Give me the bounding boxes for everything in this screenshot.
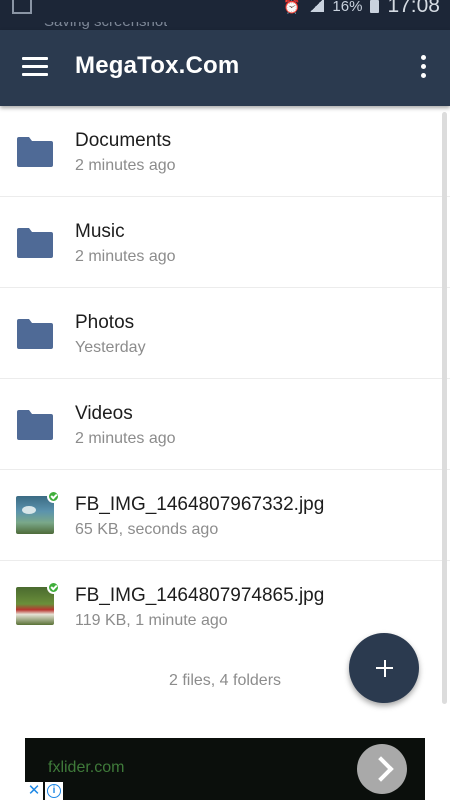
status-bar: Saving screenshot ⏰ 16% 17:08	[0, 0, 450, 30]
app-bar: MegaTox.Com	[0, 30, 450, 106]
item-meta: 2 minutes ago	[75, 430, 176, 447]
more-vert-icon[interactable]	[418, 55, 428, 81]
file-list: Documents 2 minutes ago Music 2 minutes …	[0, 106, 450, 651]
file-item[interactable]: FB_IMG_1464807967332.jpg 65 KB, seconds …	[0, 470, 450, 561]
item-meta: 119 KB, 1 minute ago	[75, 612, 228, 629]
sync-check-icon	[47, 581, 60, 594]
item-name: Photos	[75, 312, 135, 333]
app-title: MegaTox.Com	[75, 52, 240, 79]
battery-percent: 16%	[332, 0, 363, 15]
item-meta: 65 KB, seconds ago	[75, 521, 219, 538]
folder-item-videos[interactable]: Videos 2 minutes ago	[0, 379, 450, 470]
hamburger-menu-icon[interactable]	[22, 57, 48, 77]
image-thumbnail	[16, 496, 54, 534]
alarm-icon: ⏰	[282, 0, 301, 14]
battery-icon	[370, 0, 380, 13]
clock: 17:08	[387, 0, 440, 17]
info-icon[interactable]: i	[45, 782, 63, 800]
item-meta: 2 minutes ago	[75, 157, 176, 174]
folder-icon	[17, 319, 53, 349]
item-name: FB_IMG_1464807974865.jpg	[75, 585, 325, 606]
chevron-right-icon[interactable]	[357, 744, 407, 794]
item-meta: 2 minutes ago	[75, 248, 176, 265]
folder-icon	[17, 137, 53, 167]
folder-item-music[interactable]: Music 2 minutes ago	[0, 197, 450, 288]
add-button[interactable]	[349, 633, 419, 703]
folder-item-documents[interactable]: Documents 2 minutes ago	[0, 106, 450, 197]
item-name: Music	[75, 221, 125, 242]
notification-icon	[12, 0, 32, 14]
folder-icon	[17, 410, 53, 440]
folder-item-photos[interactable]: Photos Yesterday	[0, 288, 450, 379]
item-meta: Yesterday	[75, 339, 146, 356]
status-icons: ⏰ 16% 17:08	[283, 0, 440, 18]
image-thumbnail	[16, 587, 54, 625]
ad-text[interactable]: fxlider.com	[48, 759, 124, 777]
ad-banner[interactable]: fxlider.com	[25, 738, 425, 800]
item-name: FB_IMG_1464807967332.jpg	[75, 494, 325, 515]
item-name: Documents	[75, 130, 172, 151]
scrollbar[interactable]	[442, 112, 447, 704]
folder-icon	[17, 228, 53, 258]
close-icon[interactable]: ✕	[25, 782, 43, 800]
item-name: Videos	[75, 403, 133, 424]
sync-check-icon	[47, 490, 60, 503]
notification-text: Saving screenshot	[44, 22, 167, 30]
signal-icon	[308, 0, 325, 12]
